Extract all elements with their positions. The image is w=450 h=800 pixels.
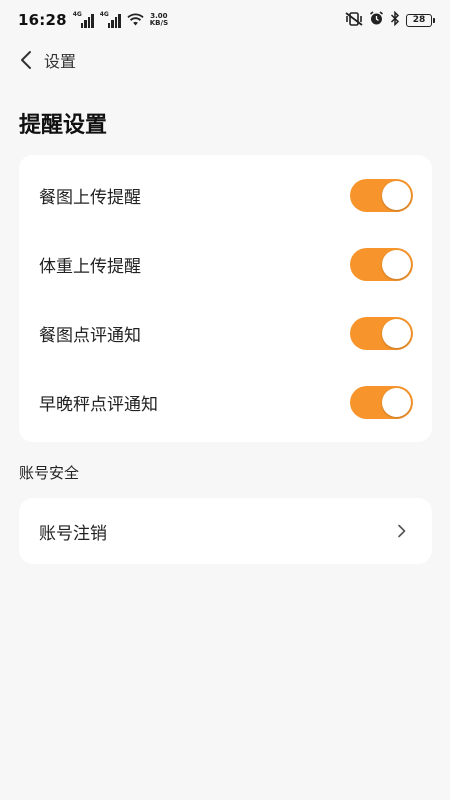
reminder-settings-card: 餐图上传提醒 体重上传提醒 餐图点评通知 早晚秤点评通知 bbox=[19, 155, 432, 442]
reminder-label: 餐图上传提醒 bbox=[39, 188, 141, 208]
reminder-settings-title: 提醒设置 bbox=[19, 113, 108, 138]
alarm-icon bbox=[369, 10, 384, 30]
toggle-knob bbox=[382, 181, 411, 210]
reminder-label: 早晚秤点评通知 bbox=[39, 395, 158, 415]
reminder-row-weight-upload: 体重上传提醒 bbox=[19, 230, 432, 299]
status-bar-right: 28 bbox=[345, 10, 435, 30]
account-security-label: 账号安全 bbox=[19, 464, 80, 482]
signal-bars-icon-2 bbox=[107, 14, 121, 28]
network-type-label-2: 4G bbox=[99, 11, 109, 18]
vibrate-off-icon bbox=[345, 11, 363, 30]
status-time: 16:28 bbox=[18, 11, 67, 29]
scale-review-notification-toggle[interactable] bbox=[350, 386, 413, 419]
status-bar-left: 16:28 4G 4G 3.00 KB/S bbox=[18, 11, 168, 30]
reminder-label: 餐图点评通知 bbox=[39, 326, 141, 346]
meal-upload-reminder-toggle[interactable] bbox=[350, 179, 413, 212]
reminder-row-meal-review: 餐图点评通知 bbox=[19, 299, 432, 368]
bluetooth-icon bbox=[390, 10, 400, 30]
weight-upload-reminder-toggle[interactable] bbox=[350, 248, 413, 281]
account-deactivate-label: 账号注销 bbox=[39, 523, 107, 544]
status-bar: 16:28 4G 4G 3.00 KB/S 28 bbox=[0, 0, 450, 40]
chevron-right-icon bbox=[394, 521, 408, 541]
signal-icon-2: 4G bbox=[99, 11, 121, 28]
network-type-label: 4G bbox=[72, 11, 82, 18]
network-speed: 3.00 KB/S bbox=[150, 13, 168, 27]
network-speed-unit: KB/S bbox=[149, 19, 169, 27]
reminder-row-meal-upload: 餐图上传提醒 bbox=[19, 161, 432, 230]
reminder-row-scale-review: 早晚秤点评通知 bbox=[19, 368, 432, 437]
nav-title: 设置 bbox=[44, 52, 77, 71]
battery-icon: 28 bbox=[406, 13, 435, 27]
back-arrow-icon[interactable] bbox=[16, 48, 36, 72]
reminder-label: 体重上传提醒 bbox=[39, 257, 141, 277]
toggle-knob bbox=[382, 250, 411, 279]
nav-bar: 设置 bbox=[0, 40, 450, 80]
settings-screen: 16:28 4G 4G 3.00 KB/S 28 设置 提醒设置 餐图上传提醒 … bbox=[0, 0, 450, 800]
signal-icon: 4G bbox=[72, 11, 94, 28]
signal-bars-icon bbox=[80, 14, 94, 28]
toggle-knob bbox=[382, 319, 411, 348]
wifi-icon bbox=[127, 11, 144, 30]
meal-review-notification-toggle[interactable] bbox=[350, 317, 413, 350]
account-deactivate-item[interactable]: 账号注销 bbox=[19, 498, 432, 564]
toggle-knob bbox=[382, 388, 411, 417]
